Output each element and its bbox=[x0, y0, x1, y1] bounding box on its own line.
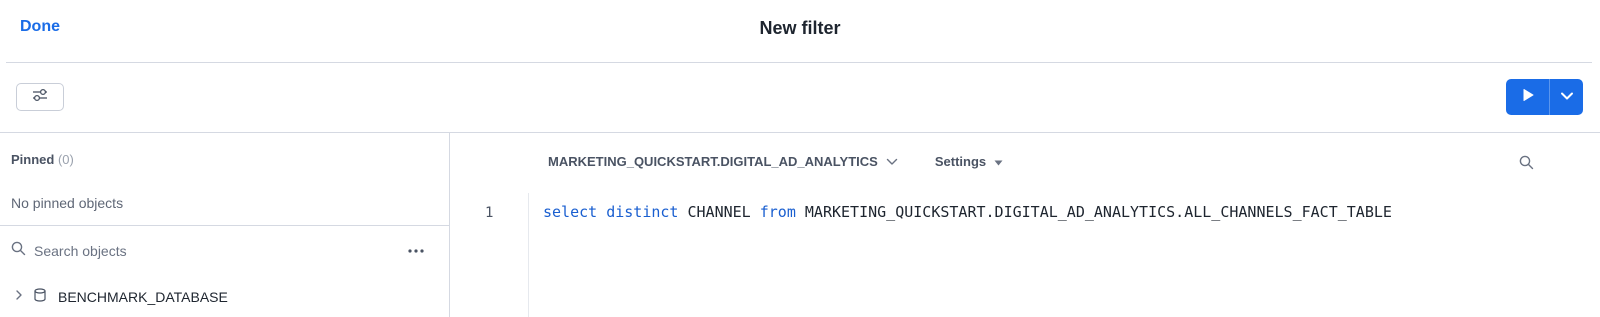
chevron-down-icon bbox=[878, 154, 898, 169]
chevron-right-icon[interactable] bbox=[14, 288, 24, 306]
top-bar: Done New filter bbox=[0, 0, 1600, 63]
object-search[interactable]: Search objects bbox=[11, 237, 431, 265]
settings-dropdown[interactable]: Settings bbox=[935, 154, 1003, 169]
search-icon[interactable] bbox=[1519, 155, 1534, 175]
pinned-header: Pinned (0) bbox=[11, 152, 74, 167]
run-button-group bbox=[1506, 79, 1583, 115]
database-context-selector[interactable]: MARKETING_QUICKSTART.DIGITAL_AD_ANALYTIC… bbox=[548, 154, 898, 169]
search-icon bbox=[11, 241, 26, 261]
run-options-button[interactable] bbox=[1550, 79, 1583, 115]
sql-editor: MARKETING_QUICKSTART.DIGITAL_AD_ANALYTIC… bbox=[451, 133, 1600, 317]
gutter-divider bbox=[528, 193, 529, 317]
pinned-count: (0) bbox=[57, 152, 74, 167]
sliders-icon bbox=[32, 88, 48, 107]
more-options-icon[interactable] bbox=[404, 239, 428, 263]
pinned-label: Pinned bbox=[11, 152, 55, 167]
search-input[interactable]: Search objects bbox=[34, 243, 404, 259]
settings-label: Settings bbox=[934, 154, 987, 169]
code-identifier: CHANNEL bbox=[687, 203, 751, 221]
code-line[interactable]: select distinct CHANNEL from MARKETING_Q… bbox=[543, 203, 1392, 221]
code-keyword: from bbox=[759, 203, 796, 221]
code-keyword: distinct bbox=[606, 203, 679, 221]
code-keyword: select bbox=[543, 203, 598, 221]
editor-context-bar: MARKETING_QUICKSTART.DIGITAL_AD_ANALYTIC… bbox=[548, 154, 1003, 169]
page-title: New filter bbox=[759, 18, 841, 38]
toolbar bbox=[0, 63, 1600, 133]
run-button[interactable] bbox=[1506, 79, 1549, 115]
chevron-down-icon bbox=[1560, 88, 1574, 106]
code-identifier: MARKETING_QUICKSTART.DIGITAL_AD_ANALYTIC… bbox=[804, 203, 1392, 221]
divider bbox=[0, 225, 449, 226]
object-sidebar: Pinned (0) No pinned objects Search obje… bbox=[0, 133, 450, 317]
pinned-empty-message: No pinned objects bbox=[11, 195, 124, 211]
play-icon bbox=[1521, 88, 1535, 107]
database-icon bbox=[34, 287, 46, 307]
database-context-label: MARKETING_QUICKSTART.DIGITAL_AD_ANALYTIC… bbox=[548, 154, 878, 169]
tree-item-database[interactable]: BENCHMARK_DATABASE bbox=[14, 286, 228, 308]
caret-down-icon bbox=[986, 154, 1003, 169]
tree-item-label: BENCHMARK_DATABASE bbox=[58, 289, 228, 305]
line-number: 1 bbox=[485, 205, 494, 221]
filter-settings-button[interactable] bbox=[16, 83, 64, 111]
